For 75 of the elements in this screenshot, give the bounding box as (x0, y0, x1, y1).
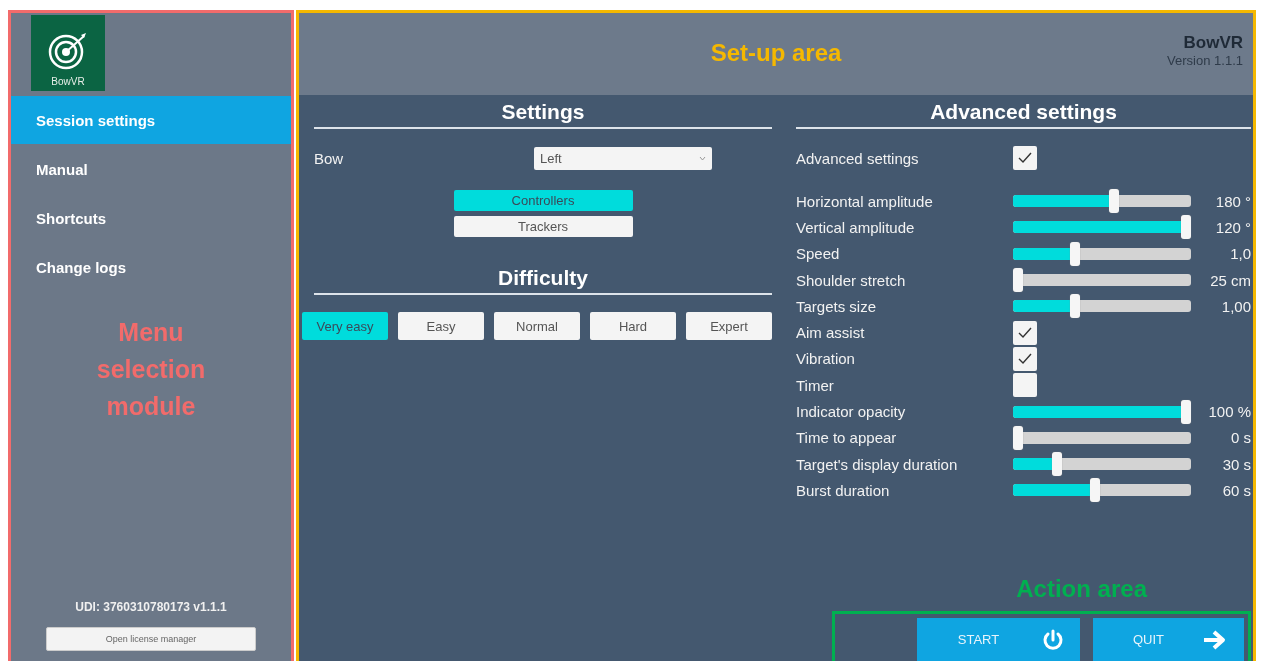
slider[interactable] (1013, 294, 1191, 319)
setting-value: 120 ° (1214, 218, 1251, 236)
setting-label: Horizontal amplitude (796, 192, 934, 210)
checkbox[interactable] (1013, 373, 1037, 398)
power-icon (1042, 629, 1064, 651)
slider-thumb[interactable] (1181, 399, 1191, 424)
slider-thumb[interactable] (1051, 452, 1062, 477)
checkbox[interactable] (1013, 320, 1037, 345)
slider-thumb[interactable] (1090, 478, 1101, 503)
setting-value: 180 ° (1214, 192, 1251, 210)
mode-toggle[interactable]: Controllers (453, 190, 633, 211)
difficulty-button[interactable]: Very easy (302, 312, 388, 340)
setting-label: Time to appear (796, 429, 898, 447)
field-label: Bow (314, 149, 344, 167)
license-button[interactable]: Open license manager (46, 627, 256, 651)
setting-label: Target's display duration (796, 455, 959, 473)
slider[interactable] (1013, 215, 1191, 240)
app-name: BowVR (1183, 33, 1243, 53)
bow-dropdown[interactable]: Left (534, 146, 712, 170)
logo-text: BowVR (51, 76, 85, 87)
slider[interactable] (1013, 399, 1191, 424)
setting-value: 1,0 (1229, 245, 1251, 263)
setting-value: 1,00 (1220, 297, 1251, 315)
slider[interactable] (1013, 425, 1191, 450)
slider-thumb[interactable] (1013, 268, 1023, 293)
slider[interactable] (1013, 241, 1191, 266)
setting-value: 30 s (1221, 455, 1251, 473)
menu-item[interactable]: Manual (11, 145, 291, 193)
setting-value: 0 s (1230, 429, 1251, 447)
section-title: Advanced settings (796, 95, 1251, 129)
slider-thumb[interactable] (1181, 215, 1191, 240)
checkbox[interactable] (1013, 146, 1037, 170)
annotation-label: Menu selection module (95, 317, 207, 422)
setting-value: 60 s (1221, 481, 1251, 499)
version-text: Version 1.1.1 (1167, 53, 1243, 68)
setting-value: 25 cm (1209, 271, 1251, 289)
checkmark-icon (1018, 152, 1032, 164)
difficulty-button[interactable]: Normal (494, 312, 580, 340)
caret-icon (699, 155, 706, 161)
slider-thumb[interactable] (1070, 241, 1081, 266)
section-title: Settings (314, 95, 772, 129)
mode-toggle[interactable]: Trackers (453, 216, 633, 237)
arrow-right-icon (1202, 629, 1228, 651)
setting-label: Speed (796, 245, 841, 263)
slider-thumb[interactable] (1070, 294, 1081, 319)
setting-label: Indicator opacity (796, 403, 907, 420)
difficulty-button[interactable]: Expert (686, 312, 772, 340)
slider[interactable] (1013, 452, 1191, 477)
annotation-label: Action area (1016, 575, 1147, 603)
setting-label: Burst duration (796, 481, 891, 499)
setting-label: Shoulder stretch (796, 271, 907, 289)
difficulty-button[interactable]: Hard (590, 312, 676, 340)
target-icon (48, 30, 88, 70)
setting-label: Vertical amplitude (796, 218, 916, 236)
udi-text: UDI: 3760310780173 v1.1.1 (75, 600, 227, 614)
checkmark-icon (1018, 352, 1032, 365)
checkbox[interactable] (1013, 346, 1037, 371)
menu-item[interactable]: Shortcuts (11, 194, 291, 242)
slider[interactable] (1013, 478, 1191, 503)
difficulty-button[interactable]: Easy (398, 312, 484, 340)
slider-thumb[interactable] (1108, 189, 1119, 214)
slider-thumb[interactable] (1013, 425, 1023, 450)
checkmark-icon (1018, 326, 1032, 339)
annotation-label: Set-up area (710, 39, 842, 67)
menu-item[interactable]: Session settings (11, 96, 291, 144)
slider[interactable] (1013, 268, 1191, 293)
section-title: Difficulty (314, 261, 772, 295)
menu-item[interactable]: Change logs (11, 243, 291, 291)
setting-label: Targets size (796, 297, 878, 315)
setting-label: Aim assist (796, 324, 866, 342)
field-label: Advanced settings (796, 149, 920, 167)
setting-label: Vibration (796, 350, 856, 368)
setting-label: Timer (796, 376, 835, 394)
slider[interactable] (1013, 189, 1191, 214)
setting-value: 100 % (1207, 403, 1251, 420)
